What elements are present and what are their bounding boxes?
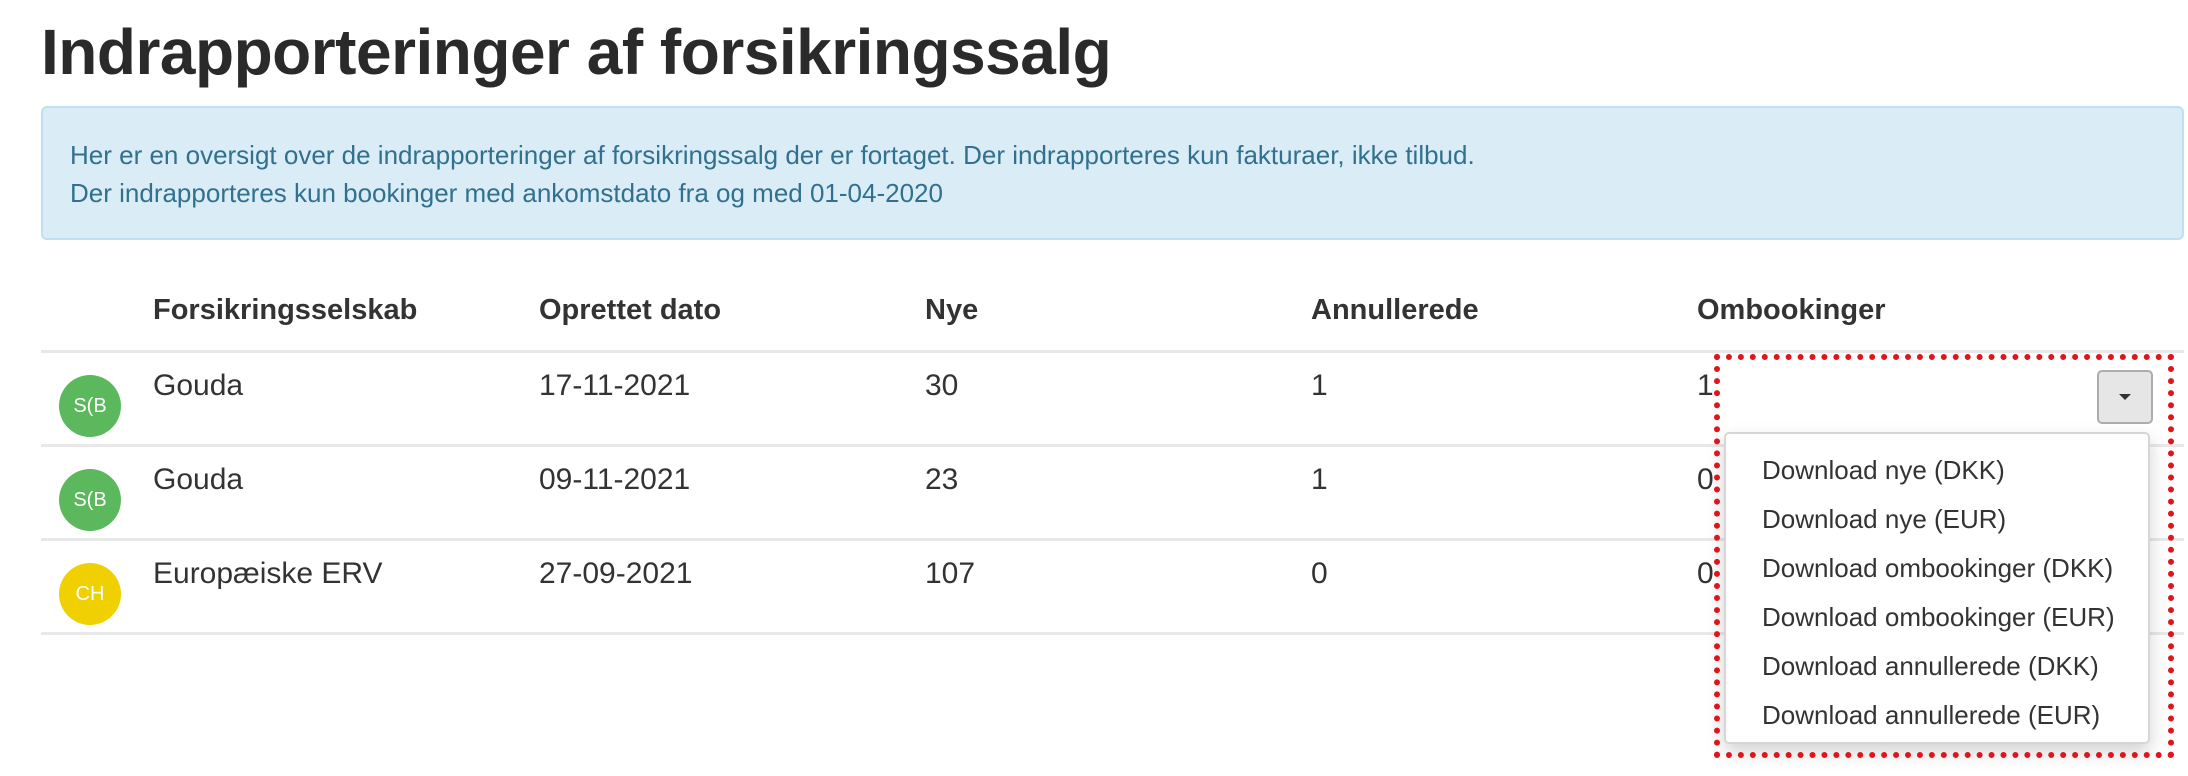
- cancelled-count: 1: [1311, 369, 1328, 402]
- company-avatar: S(B: [59, 469, 121, 531]
- new-count: 23: [925, 463, 959, 496]
- rebookings-count: 0: [1697, 557, 1714, 590]
- new-count: 30: [925, 369, 959, 402]
- company-name: Europæiske ERV: [153, 557, 383, 590]
- table-header: Forsikringsselskab Oprettet dato Nye Ann…: [41, 280, 2184, 353]
- header-company: Forsikringsselskab: [153, 294, 418, 326]
- info-line-2: Der indrapporteres kun bookinger med ank…: [70, 178, 943, 208]
- rebookings-count: 0: [1697, 463, 1714, 496]
- cancelled-count: 0: [1311, 557, 1328, 590]
- header-created-date: Oprettet dato: [539, 294, 722, 326]
- company-name: Gouda: [153, 369, 244, 402]
- cancelled-count: 1: [1311, 463, 1328, 496]
- header-cancelled: Annullerede: [1311, 294, 1479, 326]
- page-title: Indrapporteringer af forsikringssalg: [41, 16, 1112, 88]
- info-alert: Her er en oversigt over de indrapporteri…: [41, 106, 2184, 240]
- header-rebookings: Ombookinger: [1697, 294, 1886, 326]
- new-count: 107: [925, 557, 976, 590]
- company-avatar: CH: [59, 563, 121, 625]
- info-line-1: Her er en oversigt over de indrapporteri…: [70, 140, 1475, 170]
- header-new: Nye: [925, 294, 979, 326]
- created-date: 17-11-2021: [539, 369, 691, 402]
- highlight-outline: [1714, 354, 2174, 758]
- company-name: Gouda: [153, 463, 244, 496]
- rebookings-count: 1: [1697, 369, 1714, 402]
- created-date: 27-09-2021: [539, 557, 693, 590]
- company-avatar: S(B: [59, 375, 121, 437]
- created-date: 09-11-2021: [539, 463, 691, 496]
